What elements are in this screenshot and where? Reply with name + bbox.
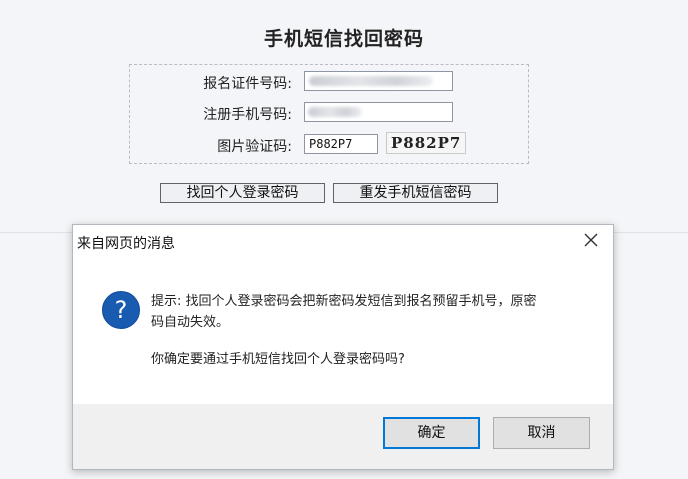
- redacted-value: [308, 107, 362, 117]
- retrieve-password-button[interactable]: 找回个人登录密码: [160, 183, 325, 203]
- dialog-footer: 确定 取消: [73, 404, 613, 469]
- resend-sms-button[interactable]: 重发手机短信密码: [333, 183, 498, 203]
- question-icon: ?: [102, 291, 140, 329]
- dialog-question: 你确定要通过手机短信找回个人登录密码吗?: [151, 352, 405, 367]
- redacted-value: [309, 76, 433, 86]
- id-number-label: 报名证件号码:: [203, 76, 292, 92]
- captcha-label: 图片验证码:: [217, 139, 292, 155]
- confirm-dialog: 来自网页的消息 ? 提示: 找回个人登录密码会把新密码发短信到报名预留手机号，原…: [72, 224, 614, 470]
- cancel-button[interactable]: 取消: [493, 417, 590, 449]
- captcha-input[interactable]: P882P7: [304, 134, 378, 154]
- ok-button[interactable]: 确定: [383, 417, 480, 449]
- phone-number-input[interactable]: [304, 102, 453, 122]
- id-number-input[interactable]: [304, 71, 453, 91]
- dialog-message-line1: 提示: 找回个人登录密码会把新密码发短信到报名预留手机号，原密: [151, 294, 537, 309]
- dialog-message-line2: 码自动失效。: [151, 315, 230, 330]
- dialog-title: 来自网页的消息: [77, 236, 175, 252]
- phone-number-label: 注册手机号码:: [203, 107, 292, 123]
- page-title: 手机短信找回密码: [263, 28, 424, 50]
- close-icon[interactable]: [583, 232, 599, 248]
- captcha-image[interactable]: P882P7: [386, 132, 466, 154]
